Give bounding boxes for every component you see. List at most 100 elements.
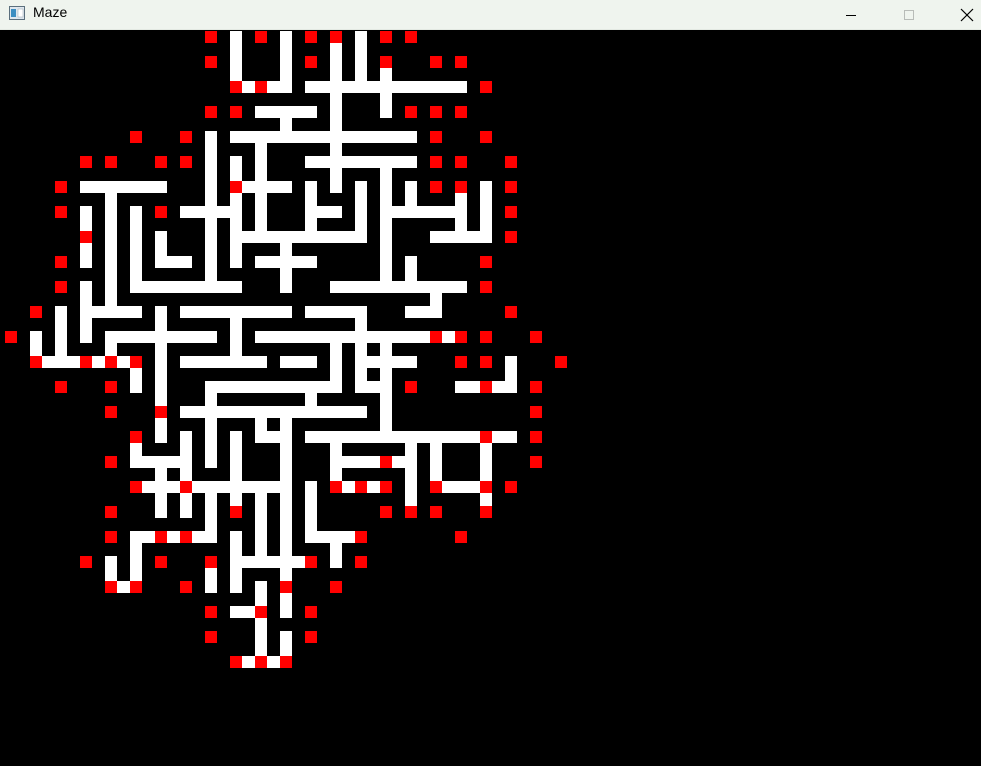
maze-corridor — [205, 381, 342, 393]
maze-corridor — [80, 306, 142, 318]
frontier-cell — [155, 206, 167, 218]
maze-drawing — [5, 31, 567, 668]
close-icon — [960, 8, 974, 22]
maze-corridor — [305, 206, 342, 218]
frontier-cell — [480, 356, 492, 368]
frontier-cell — [480, 131, 492, 143]
maze-corridor — [405, 256, 417, 293]
maze-corridor — [305, 81, 392, 93]
minimize-button[interactable] — [828, 0, 874, 30]
maze-corridor — [480, 431, 492, 518]
maze-corridor — [480, 181, 492, 243]
frontier-cell — [205, 631, 217, 643]
frontier-cell — [180, 131, 192, 143]
maze-corridor — [255, 581, 267, 668]
frontier-cell — [305, 631, 317, 643]
frontier-cell — [230, 106, 242, 118]
maze-corridor — [355, 356, 417, 368]
frontier-cell — [480, 481, 492, 493]
frontier-cell — [480, 256, 492, 268]
frontier-cell — [55, 256, 67, 268]
frontier-cell — [230, 181, 242, 193]
frontier-cell — [505, 181, 517, 193]
frontier-cell — [430, 181, 442, 193]
frontier-cell — [405, 106, 417, 118]
frontier-cell — [80, 231, 92, 243]
frontier-cell — [380, 456, 392, 468]
frontier-cell — [455, 106, 467, 118]
frontier-cell — [130, 581, 142, 593]
maze-corridor — [280, 31, 292, 93]
frontier-cell — [455, 531, 467, 543]
frontier-cell — [130, 131, 142, 143]
frontier-cell — [255, 31, 267, 43]
frontier-cell — [155, 406, 167, 418]
maze-corridor — [430, 281, 442, 318]
frontier-cell — [255, 656, 267, 668]
frontier-cell — [530, 431, 542, 443]
maze-corridor — [330, 106, 342, 193]
maze-corridor — [80, 181, 167, 193]
frontier-cell — [180, 581, 192, 593]
maze-corridor — [180, 306, 292, 318]
frontier-cell — [130, 356, 142, 368]
maze-corridor — [180, 431, 192, 518]
maze-corridor — [305, 431, 467, 443]
frontier-cell — [5, 331, 17, 343]
close-button[interactable] — [944, 0, 981, 30]
maze-corridor — [180, 356, 267, 368]
frontier-cell — [530, 456, 542, 468]
frontier-cell — [105, 531, 117, 543]
frontier-cell — [280, 581, 292, 593]
frontier-cell — [105, 456, 117, 468]
frontier-cell — [405, 506, 417, 518]
maze-canvas[interactable] — [0, 30, 981, 766]
frontier-cell — [430, 56, 442, 68]
maze-corridor — [255, 256, 317, 268]
maximize-button[interactable] — [886, 0, 932, 30]
frontier-cell — [55, 206, 67, 218]
frontier-cell — [305, 606, 317, 618]
frontier-cell — [430, 131, 442, 143]
frontier-cell — [480, 431, 492, 443]
frontier-cell — [230, 656, 242, 668]
frontier-cell — [155, 156, 167, 168]
frontier-cell — [255, 81, 267, 93]
frontier-cell — [105, 406, 117, 418]
frontier-cell — [455, 156, 467, 168]
frontier-cell — [80, 556, 92, 568]
frontier-cell — [30, 356, 42, 368]
frontier-cell — [430, 506, 442, 518]
frontier-cell — [55, 281, 67, 293]
frontier-cell — [30, 306, 42, 318]
frontier-cell — [330, 481, 342, 493]
frontier-cell — [555, 356, 567, 368]
maze-corridor — [380, 156, 392, 243]
frontier-cell — [230, 506, 242, 518]
frontier-cell — [455, 331, 467, 343]
maze-corridor — [230, 231, 367, 243]
maze-corridor — [255, 556, 292, 568]
frontier-cell — [480, 81, 492, 93]
frontier-cell — [305, 56, 317, 68]
maze-corridor — [380, 81, 467, 93]
frontier-cell — [130, 431, 142, 443]
maze-corridor — [130, 206, 142, 293]
maze-corridor — [155, 256, 192, 268]
maze-corridor — [355, 181, 367, 243]
frontier-cell — [355, 556, 367, 568]
maze-corridor — [280, 356, 317, 368]
frontier-cell — [155, 556, 167, 568]
maze-corridor — [355, 31, 367, 93]
frontier-cell — [105, 381, 117, 393]
maze-corridor — [130, 281, 242, 293]
frontier-cell — [530, 331, 542, 343]
maze-corridor — [255, 481, 267, 568]
maximize-icon — [904, 10, 914, 20]
frontier-cell — [330, 31, 342, 43]
frontier-cell — [355, 481, 367, 493]
frontier-cell — [380, 31, 392, 43]
title-bar[interactable]: Maze — [0, 0, 981, 30]
maze-corridor — [230, 431, 242, 518]
frontier-cell — [355, 531, 367, 543]
